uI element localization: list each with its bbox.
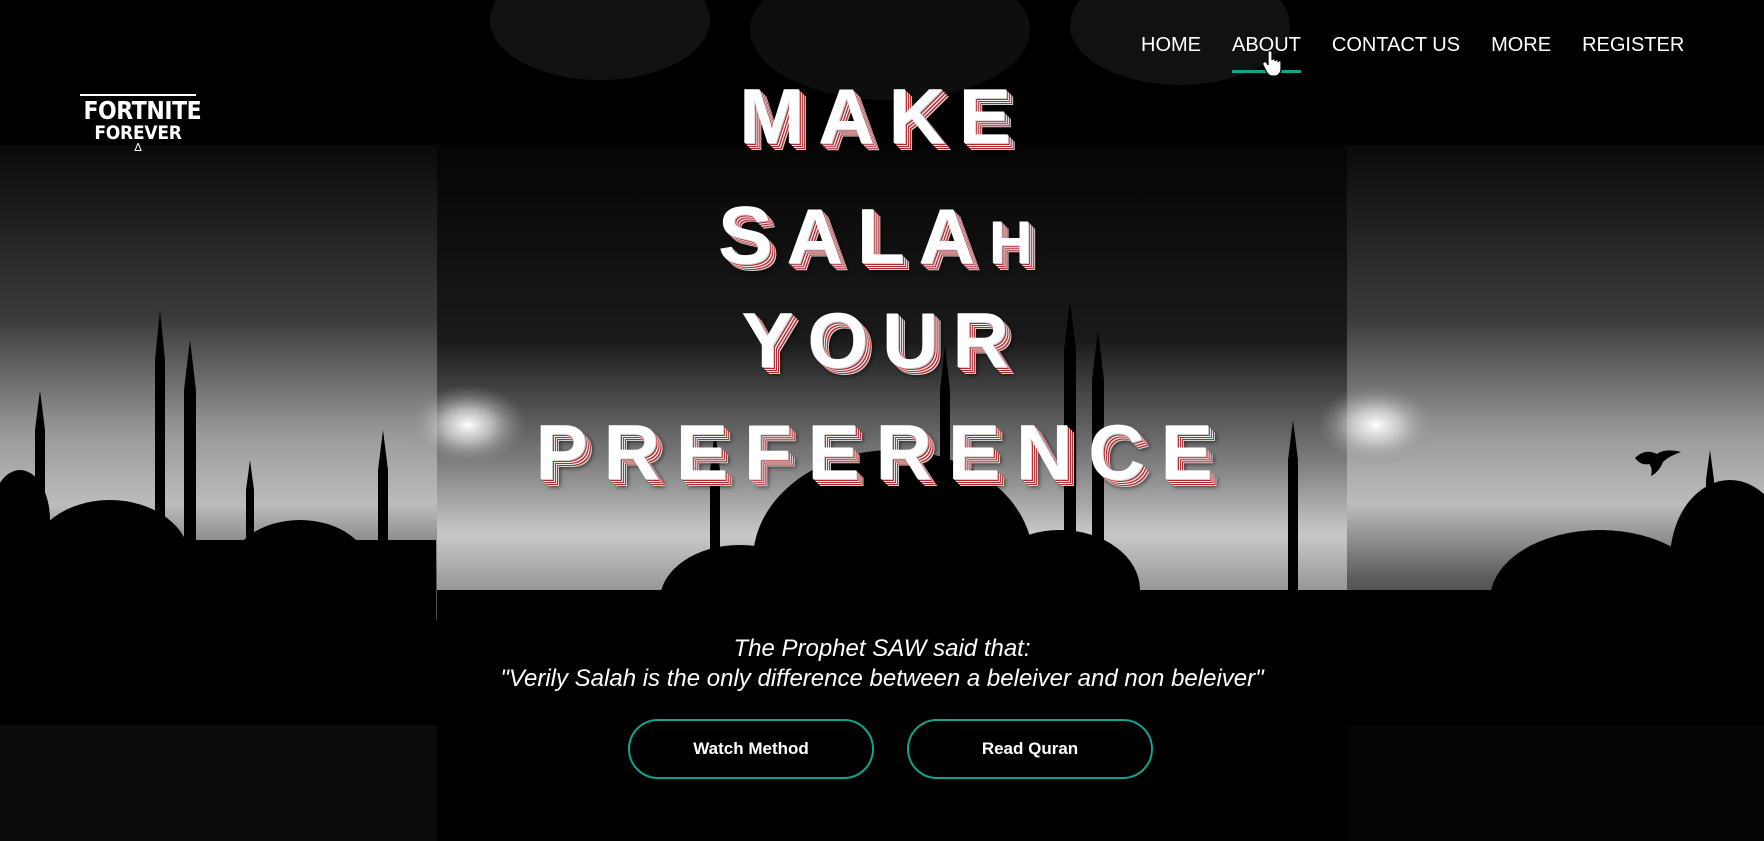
quote-text: "Verily Salah is the only difference bet… — [500, 665, 1264, 692]
hero-line-salah: SALAH — [0, 195, 1764, 283]
hero-salah-mid: ALA — [786, 192, 989, 280]
watch-method-button[interactable]: Watch Method — [628, 719, 874, 779]
nav-register[interactable]: REGISTER — [1582, 33, 1684, 63]
nav-contact-us[interactable]: CONTACT US — [1332, 33, 1460, 63]
quote-intro: The Prophet SAW said that: — [733, 635, 1031, 662]
main-nav: HOME ABOUT CONTACT US MORE REGISTER — [1141, 33, 1684, 73]
hero-line-preference: PREFERENCE — [535, 408, 1229, 496]
nav-more[interactable]: MORE — [1491, 33, 1551, 63]
hero-salah-s: S — [717, 190, 787, 281]
hero-salah-h: H — [988, 209, 1047, 276]
hand-cursor-icon — [1263, 50, 1282, 76]
nav-home[interactable]: HOME — [1141, 33, 1201, 63]
hero-line-make: MAKE — [739, 72, 1025, 160]
read-quran-button[interactable]: Read Quran — [907, 719, 1153, 779]
hero-line-your: YOUR — [741, 296, 1023, 384]
